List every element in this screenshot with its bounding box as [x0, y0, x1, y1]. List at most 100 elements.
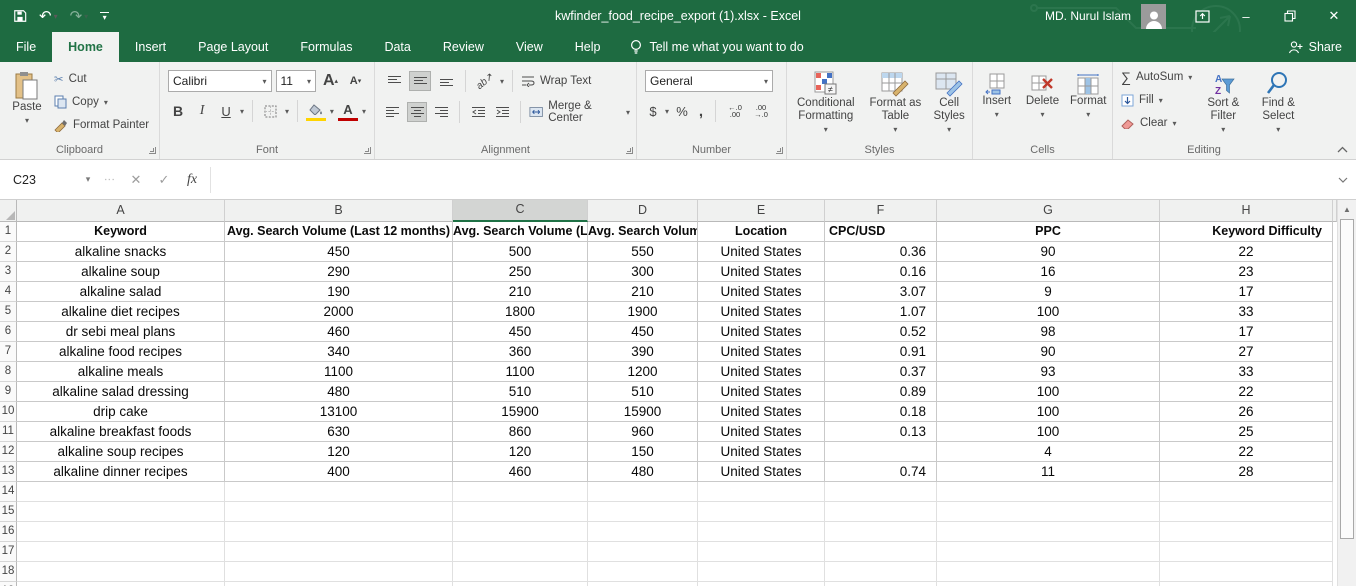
conditional-formatting-button[interactable]: ≠ Conditional Formatting ▾ — [787, 66, 865, 136]
row-header-11[interactable]: 11 — [0, 422, 17, 442]
name-box[interactable]: C23 ▾ — [5, 167, 97, 193]
font-color-button[interactable]: A — [338, 101, 358, 121]
row-header-1[interactable]: 1 — [0, 222, 17, 242]
column-header-H[interactable]: H — [1160, 200, 1333, 222]
cell-H17[interactable] — [1160, 542, 1333, 562]
cell-D12[interactable]: 150 — [588, 442, 698, 462]
cell-F3[interactable]: 0.16 — [825, 262, 937, 282]
cell-G8[interactable]: 93 — [937, 362, 1160, 382]
restore-button[interactable] — [1268, 0, 1312, 32]
collapse-ribbon-button[interactable] — [1337, 146, 1348, 153]
cell-H15[interactable] — [1160, 502, 1333, 522]
cell-C18[interactable] — [453, 562, 588, 582]
row-header-9[interactable]: 9 — [0, 382, 17, 402]
column-header-D[interactable]: D — [588, 200, 698, 222]
cell-D15[interactable] — [588, 502, 698, 522]
underline-dropdown[interactable]: ▾ — [240, 107, 244, 116]
column-header-A[interactable]: A — [17, 200, 225, 222]
row-header-13[interactable]: 13 — [0, 462, 17, 482]
cell-E19[interactable] — [698, 582, 825, 586]
undo-button[interactable]: ↶▾ — [34, 4, 63, 28]
cell-B19[interactable] — [225, 582, 453, 586]
wrap-text-button[interactable]: Wrap Text — [521, 70, 591, 92]
cell-D17[interactable] — [588, 542, 698, 562]
cell-F18[interactable] — [825, 562, 937, 582]
cell-C16[interactable] — [453, 522, 588, 542]
font-size-combo[interactable]: 11▾ — [276, 70, 317, 92]
cell-G13[interactable]: 11 — [937, 462, 1160, 482]
underline-button[interactable]: U — [216, 101, 236, 121]
cell-A5[interactable]: alkaline diet recipes — [17, 302, 225, 322]
cell-C5[interactable]: 1800 — [453, 302, 588, 322]
orientation-dropdown[interactable]: ▾ — [500, 77, 504, 86]
cell-H4[interactable]: 17 — [1160, 282, 1333, 302]
cell-G9[interactable]: 100 — [937, 382, 1160, 402]
cell-H6[interactable]: 17 — [1160, 322, 1333, 342]
enter-entry-button[interactable]: ✓ — [150, 167, 178, 193]
scroll-up-icon[interactable]: ▲ — [1338, 200, 1356, 218]
cell-A10[interactable]: drip cake — [17, 402, 225, 422]
row-header-5[interactable]: 5 — [0, 302, 17, 322]
increase-font-size-button[interactable]: A▴ — [320, 71, 341, 91]
cell-C13[interactable]: 460 — [453, 462, 588, 482]
cell-F1[interactable]: CPC/USD — [825, 222, 937, 242]
cell-A13[interactable]: alkaline dinner recipes — [17, 462, 225, 482]
format-cells-button[interactable]: Format ▾ — [1066, 68, 1110, 121]
cell-E7[interactable]: United States — [698, 342, 825, 362]
row-header-17[interactable]: 17 — [0, 542, 17, 562]
cell-F6[interactable]: 0.52 — [825, 322, 937, 342]
font-name-combo[interactable]: Calibri▾ — [168, 70, 272, 92]
cell-H19[interactable] — [1160, 582, 1333, 586]
cell-D14[interactable] — [588, 482, 698, 502]
cell-A18[interactable] — [17, 562, 225, 582]
cell-styles-button[interactable]: Cell Styles ▾ — [926, 66, 972, 136]
top-align-button[interactable] — [383, 71, 405, 91]
cell-B12[interactable]: 120 — [225, 442, 453, 462]
cell-H12[interactable]: 22 — [1160, 442, 1333, 462]
share-button[interactable]: Share — [1288, 32, 1342, 62]
accounting-format-dropdown[interactable]: ▾ — [665, 107, 669, 116]
cell-D9[interactable]: 510 — [588, 382, 698, 402]
cell-C15[interactable] — [453, 502, 588, 522]
cell-A16[interactable] — [17, 522, 225, 542]
clear-button[interactable]: Clear ▾ — [1121, 112, 1192, 134]
cell-F4[interactable]: 3.07 — [825, 282, 937, 302]
cell-A2[interactable]: alkaline snacks — [17, 242, 225, 262]
cell-A3[interactable]: alkaline soup — [17, 262, 225, 282]
increase-decimal-button[interactable]: ←.0.00 — [724, 101, 746, 121]
row-header-8[interactable]: 8 — [0, 362, 17, 382]
tab-formulas[interactable]: Formulas — [284, 32, 368, 62]
cell-C3[interactable]: 250 — [453, 262, 588, 282]
row-header-10[interactable]: 10 — [0, 402, 17, 422]
cell-H2[interactable]: 22 — [1160, 242, 1333, 262]
align-right-button[interactable] — [431, 102, 451, 122]
cell-E5[interactable]: United States — [698, 302, 825, 322]
cell-D2[interactable]: 550 — [588, 242, 698, 262]
column-header-C[interactable]: C — [453, 200, 588, 222]
cell-E9[interactable]: United States — [698, 382, 825, 402]
cell-C9[interactable]: 510 — [453, 382, 588, 402]
cell-F12[interactable] — [825, 442, 937, 462]
cell-E17[interactable] — [698, 542, 825, 562]
cell-G12[interactable]: 4 — [937, 442, 1160, 462]
percent-style-button[interactable]: % — [673, 101, 691, 121]
cell-D3[interactable]: 300 — [588, 262, 698, 282]
cell-D16[interactable] — [588, 522, 698, 542]
cell-G10[interactable]: 100 — [937, 402, 1160, 422]
cell-C10[interactable]: 15900 — [453, 402, 588, 422]
tab-page-layout[interactable]: Page Layout — [182, 32, 284, 62]
cell-B15[interactable] — [225, 502, 453, 522]
close-button[interactable]: ✕ — [1312, 0, 1356, 32]
cell-A12[interactable]: alkaline soup recipes — [17, 442, 225, 462]
row-header-16[interactable]: 16 — [0, 522, 17, 542]
cell-A8[interactable]: alkaline meals — [17, 362, 225, 382]
cell-G17[interactable] — [937, 542, 1160, 562]
cell-D7[interactable]: 390 — [588, 342, 698, 362]
redo-button[interactable]: ↷▾ — [65, 4, 94, 28]
cell-F15[interactable] — [825, 502, 937, 522]
cell-A15[interactable] — [17, 502, 225, 522]
cut-button[interactable]: ✂ Cut — [54, 68, 149, 90]
expand-formula-bar-button[interactable] — [1330, 167, 1356, 193]
cell-E16[interactable] — [698, 522, 825, 542]
orientation-button[interactable]: ab↗ — [470, 66, 500, 95]
